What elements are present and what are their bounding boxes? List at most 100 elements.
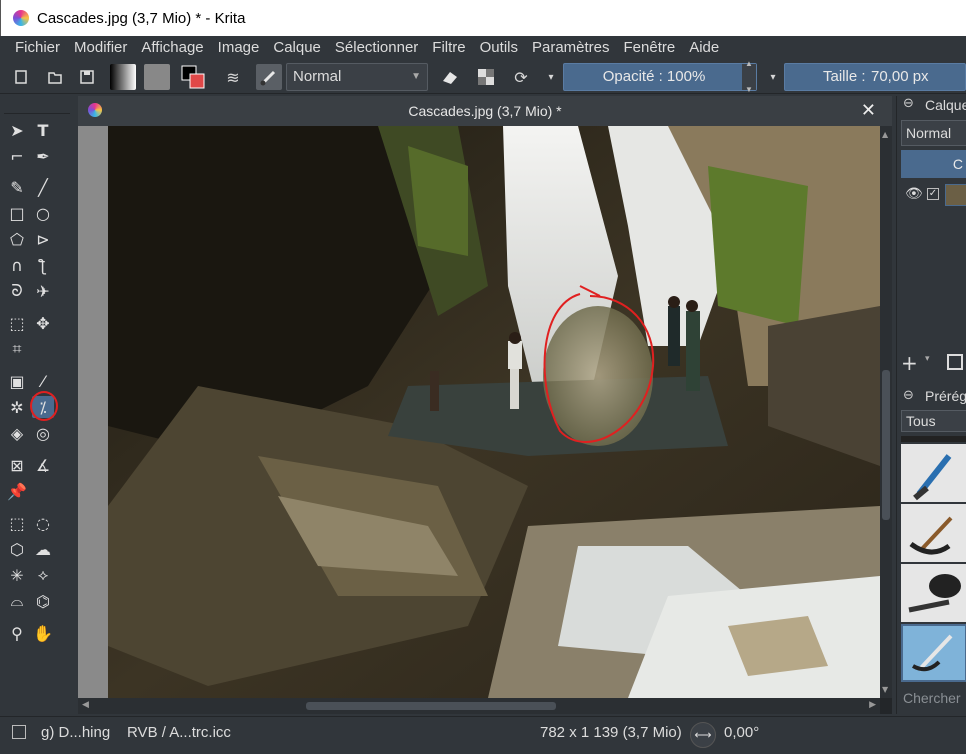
highlight-circle-annotation (30, 391, 58, 421)
canvas-margin (78, 126, 108, 698)
menu-modifier[interactable]: Modifier (74, 39, 127, 56)
duplicate-layer-icon[interactable] (947, 354, 963, 370)
vertical-scrollbar[interactable]: ▲ ▼ (880, 126, 892, 698)
layer-row[interactable]: 👁 ✓ (901, 182, 966, 210)
add-layer-icon[interactable]: + (901, 351, 918, 375)
measure-tool-icon[interactable]: ∡ (32, 454, 54, 476)
preset-thumb-3[interactable] (901, 564, 966, 622)
fill-tool-icon[interactable]: ◈ (6, 422, 28, 444)
brush-settings-icon[interactable]: ≋ (220, 64, 246, 90)
horizontal-scroll-thumb[interactable] (306, 702, 556, 710)
alpha-lock-icon[interactable] (473, 64, 499, 90)
ellipse-tool-icon[interactable]: ○ (32, 202, 54, 224)
presets-title: Prérégl (925, 388, 966, 404)
close-icon[interactable]: ✕ (861, 100, 876, 121)
opacity-label: Opacité : 100% (602, 68, 706, 85)
polygon-tool-icon[interactable]: ⬠ (6, 228, 28, 250)
text-tool-icon[interactable]: T (32, 119, 54, 141)
gradient-tool-icon[interactable]: ▣ (6, 370, 28, 392)
rotation-dial-icon[interactable]: ⟷ (690, 722, 716, 748)
menu-selectionner[interactable]: Sélectionner (335, 39, 418, 56)
select-shapes-tool-icon[interactable]: ➤ (6, 119, 28, 141)
fg-bg-color-icon[interactable] (180, 64, 206, 90)
zoom-tool-icon[interactable]: ⚲ (6, 622, 28, 644)
layer-thumbnail (945, 184, 966, 206)
opacity-dropdown-icon[interactable]: ▾ (760, 64, 786, 90)
blend-mode-select[interactable]: Normal ▼ (286, 63, 428, 91)
layer-header-button[interactable]: C (901, 150, 966, 178)
bezier-select-tool-icon[interactable]: ⌓ (6, 590, 28, 612)
menu-filtre[interactable]: Filtre (432, 39, 465, 56)
menu-fenetre[interactable]: Fenêtre (624, 39, 676, 56)
layers-docker-icon: ⊖ (903, 96, 914, 111)
polygon-select-tool-icon[interactable]: ⬡ (6, 538, 28, 560)
horizontal-scrollbar[interactable]: ◀ ▶ (78, 698, 880, 714)
magnetic-select-tool-icon[interactable]: ⌬ (32, 590, 54, 612)
reload-dropdown-icon[interactable]: ▾ (538, 64, 564, 90)
pan-tool-icon[interactable]: ✋ (32, 622, 54, 644)
gradient-swatch-icon[interactable] (110, 64, 136, 90)
opacity-spinner[interactable]: ▲ ▼ (742, 59, 756, 94)
window-title: Cascades.jpg (3,7 Mio) * - Krita (37, 9, 246, 27)
edit-shapes-tool-icon[interactable]: ⌐ (6, 145, 28, 167)
reload-preset-icon[interactable]: ⟳ (508, 64, 534, 90)
menu-aide[interactable]: Aide (689, 39, 719, 56)
document-tab-title: Cascades.jpg (3,7 Mio) * (408, 103, 562, 119)
ellipse-select-tool-icon[interactable]: ◌ (32, 512, 54, 534)
color-picker-tool-icon[interactable]: ⁄ (32, 370, 54, 392)
save-icon[interactable] (74, 64, 100, 90)
menu-affichage[interactable]: Affichage (141, 39, 203, 56)
bezier-curve-tool-icon[interactable]: ∩ (6, 254, 28, 276)
menu-image[interactable]: Image (218, 39, 260, 56)
menu-calque[interactable]: Calque (273, 39, 321, 56)
add-layer-dropdown-icon[interactable]: ▾ (925, 354, 930, 364)
menu-parametres[interactable]: Paramètres (532, 39, 610, 56)
dynamic-brush-tool-icon[interactable]: ᘐ (6, 280, 28, 302)
new-document-icon[interactable] (8, 64, 34, 90)
polyline-tool-icon[interactable]: ⊳ (32, 228, 54, 250)
layer-checkbox-icon[interactable]: ✓ (927, 188, 939, 200)
menu-bar: Fichier Modifier Affichage Image Calque … (0, 36, 966, 58)
canvas-image[interactable] (108, 126, 880, 698)
menu-fichier[interactable]: Fichier (15, 39, 60, 56)
size-slider[interactable]: Taille : 70,00 px (784, 63, 966, 91)
freehand-select-tool-icon[interactable]: ☁ (32, 538, 54, 560)
calligraphy-tool-icon[interactable]: ✒ (32, 145, 54, 167)
contiguous-select-tool-icon[interactable]: ✳ (6, 564, 28, 586)
brush-preset-icon[interactable] (256, 64, 282, 90)
transform-tool-icon[interactable]: ⬚ (6, 312, 28, 334)
move-tool-icon[interactable]: ✥ (32, 312, 54, 334)
presets-search[interactable]: Chercher (903, 690, 961, 706)
similar-select-tool-icon[interactable]: ⟡ (32, 564, 54, 586)
freehand-brush-tool-icon[interactable]: ✎ (6, 176, 28, 198)
selection-status-icon[interactable] (12, 725, 26, 739)
title-bar: Cascades.jpg (3,7 Mio) * - Krita (0, 0, 966, 36)
chevron-down-icon: ▼ (411, 71, 421, 82)
vertical-scroll-thumb[interactable] (882, 370, 890, 520)
assistant-tool-icon[interactable]: ⊠ (6, 454, 28, 476)
preset-strip-top (901, 436, 966, 442)
rectangle-tool-icon[interactable]: □ (6, 202, 28, 224)
multibrush-tool-icon[interactable]: ✈ (32, 280, 54, 302)
document-tab[interactable]: Cascades.jpg (3,7 Mio) * ✕ (78, 96, 892, 126)
preset-thumb-2[interactable] (901, 504, 966, 562)
line-tool-icon[interactable]: ╱ (32, 176, 54, 198)
preset-thumb-selected[interactable] (901, 624, 966, 682)
menu-outils[interactable]: Outils (480, 39, 518, 56)
toolbox-header (4, 96, 70, 114)
preset-thumb-1[interactable] (901, 444, 966, 502)
opacity-slider[interactable]: Opacité : 100% ▲ ▼ (563, 59, 757, 94)
open-folder-icon[interactable] (42, 64, 68, 90)
colorize-mask-tool-icon[interactable]: ✲ (6, 396, 28, 418)
pattern-swatch-icon[interactable] (144, 64, 170, 90)
enclose-fill-tool-icon[interactable]: ◎ (32, 422, 54, 444)
layer-blend-select[interactable]: Normal (901, 120, 966, 146)
rect-select-tool-icon[interactable]: ⬚ (6, 512, 28, 534)
presets-docker-icon: ⊖ (903, 388, 914, 403)
eraser-mode-icon[interactable] (437, 64, 463, 90)
freehand-path-tool-icon[interactable]: ƪ (32, 254, 54, 276)
presets-filter-select[interactable]: Tous (901, 410, 966, 432)
crop-tool-icon[interactable]: ⌗ (6, 338, 28, 360)
visibility-eye-icon[interactable]: 👁 (905, 186, 923, 202)
reference-images-tool-icon[interactable]: 📌 (6, 480, 28, 502)
